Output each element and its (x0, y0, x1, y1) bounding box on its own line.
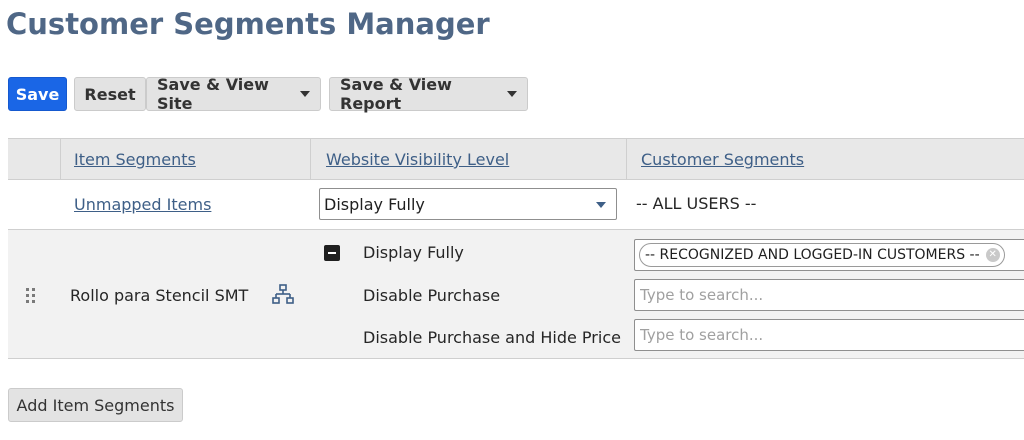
save-view-site-label: Save & View Site (157, 75, 269, 113)
chevron-down-icon (300, 91, 310, 97)
customer-segments-value: -- ALL USERS -- (636, 194, 757, 213)
customer-segment-tag-field[interactable]: -- RECOGNIZED AND LOGGED-IN CUSTOMERS --… (634, 239, 1024, 271)
visibility-level-label: Disable Purchase and Hide Price (363, 328, 621, 347)
column-divider (626, 139, 627, 179)
customer-segment-search-input[interactable] (634, 319, 1024, 351)
visibility-level-label: Disable Purchase (363, 286, 501, 305)
table-row: Unmapped Items Display Fully -- ALL USER… (8, 180, 1024, 230)
save-button[interactable]: Save (8, 77, 67, 111)
chevron-down-icon (596, 202, 606, 208)
save-view-report-label: Save & View Report (340, 75, 452, 113)
visibility-select-value: Display Fully (324, 194, 425, 214)
column-divider (310, 139, 311, 179)
close-icon[interactable]: ✕ (985, 248, 1000, 262)
visibility-select[interactable]: Display Fully (319, 188, 617, 220)
add-item-segments-button[interactable]: Add Item Segments (8, 388, 183, 422)
header-website-visibility-level[interactable]: Website Visibility Level (326, 150, 509, 169)
reset-button[interactable]: Reset (74, 77, 146, 111)
customer-segment-tag-label: -- RECOGNIZED AND LOGGED-IN CUSTOMERS -- (645, 247, 980, 263)
item-segment-name: Rollo para Stencil SMT (70, 286, 249, 305)
page-title: Customer Segments Manager (6, 7, 490, 41)
drag-handle-icon[interactable] (26, 288, 35, 303)
visibility-level-label: Display Fully (363, 243, 464, 262)
hierarchy-icon[interactable] (272, 284, 294, 306)
column-divider (60, 139, 61, 179)
collapse-minus-icon[interactable] (324, 245, 340, 261)
customer-segment-search-input[interactable] (634, 279, 1024, 311)
segments-table: Item Segments Website Visibility Level C… (8, 138, 1024, 359)
unmapped-items-link[interactable]: Unmapped Items (74, 195, 211, 214)
customer-segment-tag: -- RECOGNIZED AND LOGGED-IN CUSTOMERS --… (639, 243, 1005, 267)
save-view-report-button[interactable]: Save & View Report (329, 75, 528, 113)
table-row: Rollo para Stencil SMT Display Fully Dis… (8, 230, 1024, 359)
save-view-site-button[interactable]: Save & View Site (146, 75, 321, 113)
header-item-segments[interactable]: Item Segments (74, 150, 196, 169)
chevron-down-icon (507, 91, 517, 97)
table-header: Item Segments Website Visibility Level C… (8, 138, 1024, 180)
header-customer-segments[interactable]: Customer Segments (641, 150, 804, 169)
